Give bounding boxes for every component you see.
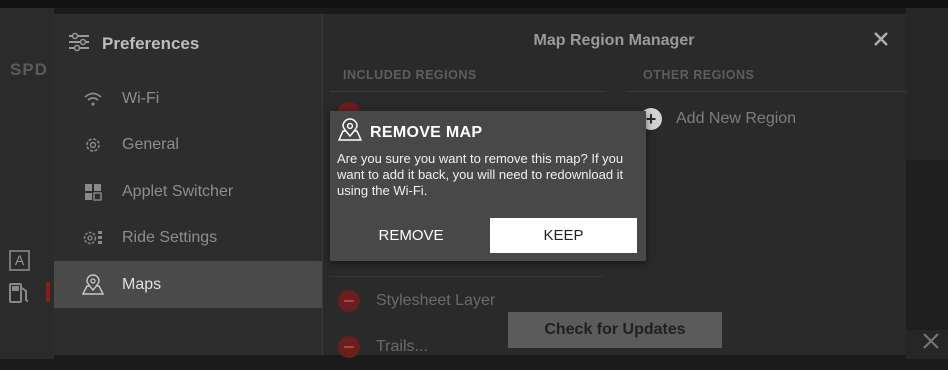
region-label: Stylesheet Layer	[376, 291, 496, 309]
sidebar-item-ride-settings[interactable]: Ride Settings	[54, 214, 322, 261]
included-regions-header: INCLUDED REGIONS	[343, 68, 477, 82]
remove-region-icon[interactable]	[338, 289, 360, 312]
sidebar-item-label: Maps	[122, 275, 162, 293]
sidebar-item-label: Wi-Fi	[122, 89, 160, 107]
other-regions-header: OTHER REGIONS	[643, 68, 755, 82]
map-pin-icon	[337, 118, 363, 147]
sidebar-item-label: General	[122, 135, 179, 153]
ride-settings-icon	[80, 229, 106, 247]
check-for-updates-button[interactable]: Check for Updates	[508, 312, 722, 348]
keep-button[interactable]: KEEP	[490, 218, 637, 253]
region-label: Trails...	[376, 337, 428, 355]
dialog-title: REMOVE MAP	[370, 123, 483, 141]
add-region-label: Add New Region	[676, 110, 797, 127]
sidebar-item-wifi[interactable]: Wi-Fi	[54, 75, 322, 122]
map-pin-icon	[80, 273, 106, 296]
dialog-header: REMOVE MAP	[337, 118, 483, 147]
region-manager-title: Map Region Manager	[533, 32, 695, 49]
background-indicator	[46, 282, 50, 302]
dialog-message: Are you sure you want to remove this map…	[337, 151, 624, 198]
sidebar-item-applet-switcher[interactable]: Applet Switcher	[54, 168, 322, 215]
speed-label: SPD	[10, 60, 48, 79]
add-new-region-button[interactable]: + Add New Region	[640, 108, 796, 130]
wifi-icon	[80, 91, 106, 107]
background-right-subpanel	[906, 160, 948, 330]
sidebar-item-label: Ride Settings	[122, 228, 218, 246]
mode-badge: A	[9, 250, 30, 271]
preferences-title: Preferences	[102, 34, 200, 53]
grid-icon	[80, 183, 106, 201]
sidebar-item-maps[interactable]: Maps	[54, 261, 322, 308]
divider	[330, 91, 604, 92]
background-top-bar	[0, 0, 948, 8]
background-close-icon[interactable]	[920, 330, 942, 352]
remove-button[interactable]: REMOVE	[338, 218, 484, 253]
fuel-icon	[9, 283, 31, 303]
sidebar-item-general[interactable]: General	[54, 121, 322, 168]
preferences-header: Preferences	[68, 30, 199, 58]
remove-region-icon[interactable]	[338, 335, 360, 358]
sidebar-item-label: Applet Switcher	[122, 182, 234, 200]
gear-icon	[80, 136, 106, 154]
sliders-icon	[68, 32, 90, 57]
divider	[628, 91, 906, 92]
close-icon[interactable]	[872, 30, 890, 48]
